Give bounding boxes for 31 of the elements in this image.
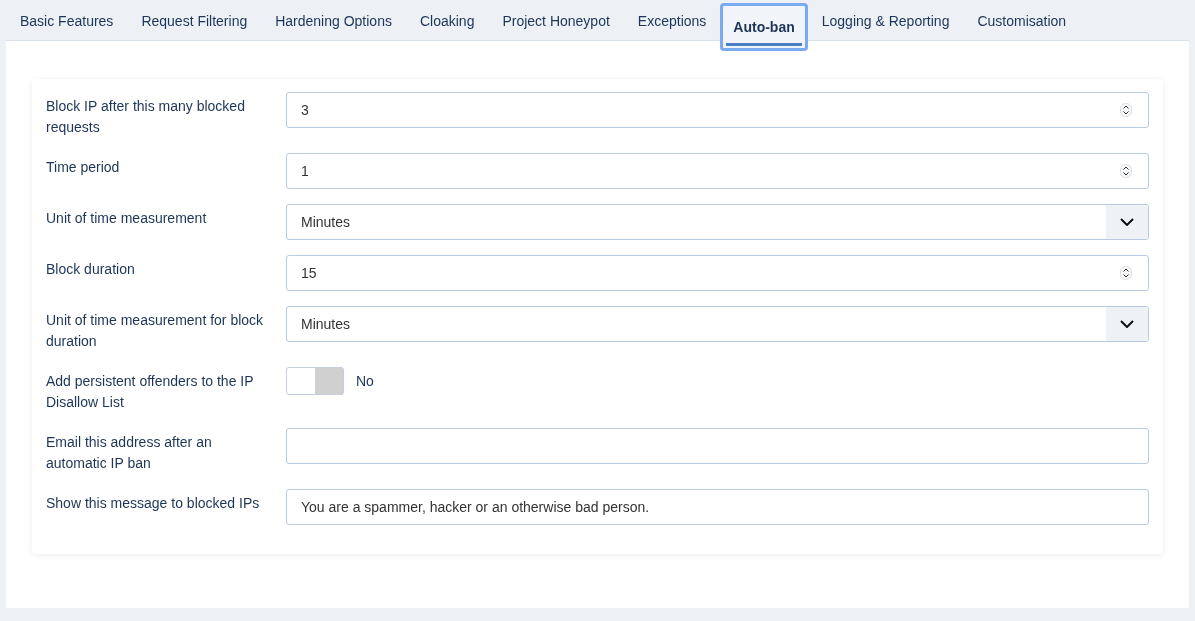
toggle-switch[interactable]	[286, 367, 344, 395]
field-label: Unit of time measurement for block duration	[46, 311, 265, 351]
tab[interactable]: Exceptions	[623, 3, 721, 40]
tab[interactable]: Auto-ban	[720, 3, 808, 51]
tab[interactable]: Cloaking	[405, 3, 489, 40]
chevron-down-icon	[1120, 218, 1134, 226]
select-field[interactable]: Minutes	[286, 204, 1149, 240]
field-label: Show this message to blocked IPs	[46, 494, 261, 513]
tab[interactable]: Logging & Reporting	[807, 3, 964, 40]
tab[interactable]: Basic Features	[6, 3, 128, 40]
spinner-icon[interactable]	[1120, 266, 1132, 280]
field-label: Add persistent offenders to the IP Disallow List	[46, 372, 255, 412]
toggle-value: No	[356, 373, 374, 389]
select-field[interactable]: Minutes	[286, 306, 1149, 342]
field-label: Unit of time measurement	[46, 209, 208, 228]
number-field[interactable]: 15	[286, 255, 1149, 291]
spinner-icon[interactable]	[1120, 103, 1132, 117]
number-field[interactable]: 1	[286, 153, 1149, 189]
field-label: Email this address after an automatic IP ban	[46, 433, 213, 473]
tab[interactable]: Request Filtering	[127, 3, 262, 40]
tab[interactable]: Project Honeypot	[488, 3, 624, 40]
chevron-down-icon	[1120, 320, 1134, 328]
spinner-icon[interactable]	[1120, 164, 1132, 178]
field-label: Time period	[46, 158, 121, 177]
tab[interactable]: Customisation	[963, 3, 1081, 40]
field-label: Block IP after this many blocked requests	[46, 97, 246, 137]
text-field[interactable]	[286, 428, 1149, 464]
text-field[interactable]: You are a spammer, hacker or an otherwise bad person.	[286, 489, 1149, 525]
number-field[interactable]: 3	[286, 92, 1149, 128]
tab[interactable]: Hardening Options	[261, 3, 406, 40]
field-label: Block duration	[46, 260, 136, 279]
